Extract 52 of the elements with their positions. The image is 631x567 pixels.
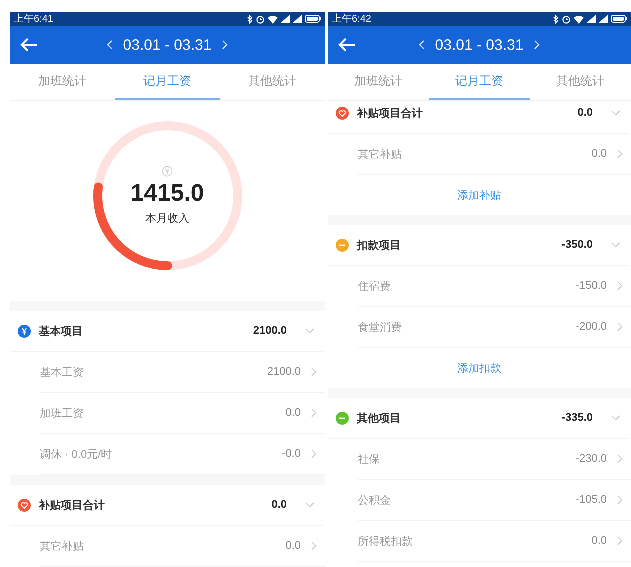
section-header[interactable]: 补贴项目合计 0.0 [10,485,323,526]
list-item[interactable]: 所得税扣款 0.0 [358,521,631,562]
chevron-right-icon [617,536,623,546]
chevron-right-icon [311,541,317,551]
wifi-icon [268,14,278,24]
chevron-right-icon [617,454,623,464]
chevron-right-icon [617,281,623,291]
back-arrow-icon[interactable] [20,38,38,52]
section-header[interactable]: 扣款项目 -350.0 [328,225,629,266]
next-icon[interactable] [534,40,540,50]
section-header[interactable]: 补贴项目合计 0.0 [328,101,629,134]
date-range: 03.01 - 03.31 [123,36,212,54]
battery-icon [305,15,321,23]
chevron-down-icon [611,415,621,421]
chevron-down-icon [611,110,621,116]
list-item[interactable]: 其它补贴 0.0 [358,134,631,175]
alarm-icon [562,14,571,24]
status-time: 上午6:41 [14,12,54,26]
chevron-right-icon [617,149,623,159]
chevron-right-icon [617,495,623,505]
previous-icon[interactable] [419,40,426,50]
list-item[interactable]: 加班工资 0.0 [40,393,325,434]
add-link[interactable]: 添加补贴 [458,186,502,204]
income-label: 本月收入 [146,212,190,226]
section-header[interactable]: 其他项目 -335.0 [328,398,629,439]
income-amount: 1415.0 [130,180,204,208]
chevron-down-icon [305,328,315,334]
add-link[interactable]: 添加扣款 [458,358,502,378]
list-item[interactable]: 社保 -230.0 [358,439,631,480]
chevron-right-icon [311,408,317,418]
date-range: 03.01 - 03.31 [435,36,524,54]
next-icon[interactable] [222,40,228,50]
bluetooth-icon [247,14,253,24]
back-arrow-icon[interactable] [338,38,356,52]
chevron-right-icon [311,449,317,459]
chevron-down-icon [611,242,621,248]
list-item[interactable]: 食堂消费 -200.0 [358,307,631,348]
list-item[interactable]: 基本工资 2100.0 [40,352,325,393]
wifi-icon [574,14,584,24]
list-item[interactable]: 其它补贴 0.0 [40,526,325,567]
list-item[interactable]: 住宿费 -150.0 [358,266,631,307]
yen-icon [162,166,173,177]
chevron-right-icon [617,322,623,332]
status-time: 上午6:42 [332,12,372,26]
previous-icon[interactable] [107,40,114,50]
section-header[interactable]: 基本项目 2100.0 [10,311,323,352]
alarm-icon [256,14,265,24]
chevron-down-icon [305,502,315,508]
chevron-right-icon [311,367,317,377]
bluetooth-icon [553,14,559,24]
list-item[interactable]: 公积金 -105.0 [358,480,631,521]
battery-icon [611,15,627,23]
